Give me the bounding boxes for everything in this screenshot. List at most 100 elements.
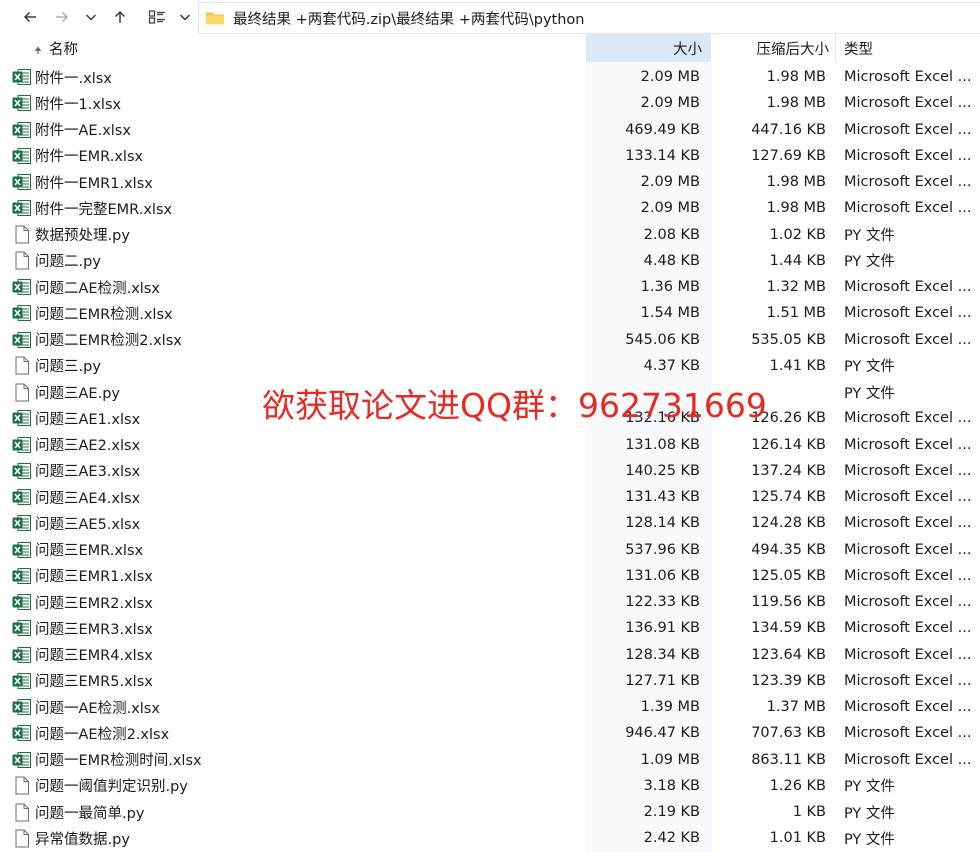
file-size: 128.14 KB bbox=[625, 515, 700, 532]
file-name: 问题一最简单.py bbox=[35, 805, 145, 822]
file-row[interactable]: 问题二EMR检测.xlsx 1.54 MB 1.51 MB Microsoft Exc… bbox=[0, 300, 980, 326]
file-row[interactable]: 问题三EMR5.xlsx 127.71 KB 123.39 KB Microsoft … bbox=[0, 668, 980, 694]
column-header-name-label: 名称 bbox=[49, 41, 78, 58]
up-button[interactable] bbox=[106, 4, 134, 30]
excel-file-icon bbox=[12, 458, 32, 484]
file-name: 问题三EMR2.xlsx bbox=[35, 595, 153, 612]
file-name: 问题二AE检测.xlsx bbox=[35, 280, 160, 297]
file-size: 2.42 KB bbox=[643, 830, 700, 847]
file-row[interactable]: 问题三AE3.xlsx 140.25 KB 137.24 KB Microsoft E… bbox=[0, 458, 980, 484]
python-file-icon bbox=[12, 799, 32, 825]
file-row[interactable]: 问题二.py 4.48 KB 1.44 KB PY 文件 bbox=[0, 248, 980, 274]
address-path: 最终结果 +两套代码.zip\最终结果 +两套代码\python bbox=[233, 11, 585, 28]
address-bar[interactable]: 最终结果 +两套代码.zip\最终结果 +两套代码\python bbox=[198, 2, 980, 34]
file-name: 问题三EMR1.xlsx bbox=[35, 569, 153, 586]
file-size: 1.36 MB bbox=[640, 279, 700, 296]
file-row[interactable]: 问题三AE5.xlsx 128.14 KB 124.28 KB Microsoft E… bbox=[0, 510, 980, 536]
column-header-name[interactable]: 名称 bbox=[8, 34, 585, 62]
file-compressed-size: 1 KB bbox=[792, 804, 826, 821]
file-row[interactable]: 异常值数据.py 2.42 KB 1.01 KB PY 文件 bbox=[0, 825, 980, 851]
file-row[interactable]: 问题一AE检测.xlsx 1.39 MB 1.37 MB Microsoft Exce… bbox=[0, 694, 980, 720]
file-row[interactable]: 附件一.xlsx 2.09 MB 1.98 MB Microsoft Excel ..… bbox=[0, 64, 980, 90]
folder-icon bbox=[206, 12, 224, 25]
excel-file-icon bbox=[12, 143, 32, 169]
file-compressed-size: 494.35 KB bbox=[751, 541, 826, 558]
file-row[interactable]: 附件一AE.xlsx 469.49 KB 447.16 KB Microsoft Ex… bbox=[0, 117, 980, 143]
column-header-size[interactable]: 大小 bbox=[586, 34, 711, 62]
excel-file-icon bbox=[12, 90, 32, 116]
file-row[interactable]: 问题三EMR3.xlsx 136.91 KB 134.59 KB Microsoft … bbox=[0, 615, 980, 641]
file-type: Microsoft Excel ... bbox=[844, 331, 972, 348]
file-compressed-size: 134.59 KB bbox=[751, 620, 826, 637]
file-size: 136.91 KB bbox=[625, 620, 700, 637]
file-row[interactable]: 问题三EMR.xlsx 537.96 KB 494.35 KB Microsoft E… bbox=[0, 537, 980, 563]
arrow-up-icon bbox=[114, 10, 126, 23]
file-type: Microsoft Excel ... bbox=[844, 751, 972, 768]
column-header-type[interactable]: 类型 bbox=[837, 34, 980, 62]
file-size: 4.48 KB bbox=[643, 252, 700, 269]
file-row[interactable]: 数据预处理.py 2.08 KB 1.02 KB PY 文件 bbox=[0, 222, 980, 248]
file-size: 140.25 KB bbox=[625, 462, 700, 479]
file-compressed-size: 535.05 KB bbox=[751, 331, 826, 348]
file-row[interactable]: 问题三.py 4.37 KB 1.41 KB PY 文件 bbox=[0, 353, 980, 379]
file-type: Microsoft Excel ... bbox=[844, 95, 972, 112]
file-name: 附件一AE.xlsx bbox=[35, 123, 131, 140]
file-name: 附件一EMR.xlsx bbox=[35, 149, 144, 166]
file-row[interactable]: 问题三EMR1.xlsx 131.06 KB 125.05 KB Microsoft … bbox=[0, 563, 980, 589]
file-row[interactable]: 问题三AE4.xlsx 131.43 KB 125.74 KB Microsoft E… bbox=[0, 484, 980, 510]
file-size: 1.09 MB bbox=[640, 751, 700, 768]
file-row[interactable]: 附件一完整EMR.xlsx 2.09 MB 1.98 MB Microsoft Exc… bbox=[0, 195, 980, 221]
file-row[interactable]: 问题二EMR检测2.xlsx 545.06 KB 535.05 KB Microsof… bbox=[0, 327, 980, 353]
file-row[interactable]: 问题二AE检测.xlsx 1.36 MB 1.32 MB Microsoft Exce… bbox=[0, 274, 980, 300]
file-row[interactable]: 问题一AE检测2.xlsx 946.47 KB 707.63 KB Microsoft… bbox=[0, 720, 980, 746]
file-row[interactable]: 附件一1.xlsx 2.09 MB 1.98 MB Microsoft Excel .… bbox=[0, 90, 980, 116]
file-size: 2.19 KB bbox=[643, 804, 700, 821]
file-name: 问题三.py bbox=[35, 359, 101, 376]
file-type: Microsoft Excel ... bbox=[844, 462, 972, 479]
file-compressed-size: 1.98 MB bbox=[766, 69, 826, 86]
file-size: 2.09 MB bbox=[640, 174, 700, 191]
view-button[interactable] bbox=[143, 4, 171, 30]
column-header-compressed-size[interactable]: 压缩后大小 bbox=[712, 34, 836, 62]
file-size: 2.09 MB bbox=[640, 200, 700, 217]
forward-button[interactable] bbox=[48, 4, 76, 30]
recent-locations-button[interactable] bbox=[77, 4, 105, 30]
file-compressed-size: 125.05 KB bbox=[751, 567, 826, 584]
python-file-icon bbox=[12, 773, 32, 799]
file-type: Microsoft Excel ... bbox=[844, 489, 972, 506]
excel-file-icon bbox=[12, 694, 32, 720]
file-type: Microsoft Excel ... bbox=[844, 147, 972, 164]
file-compressed-size: 124.28 KB bbox=[751, 515, 826, 532]
file-compressed-size: 1.98 MB bbox=[766, 200, 826, 217]
excel-file-icon bbox=[12, 589, 32, 615]
view-menu-button[interactable] bbox=[171, 4, 199, 30]
file-compressed-size: 1.02 KB bbox=[769, 226, 826, 243]
file-row[interactable]: 问题三EMR4.xlsx 128.34 KB 123.64 KB Microsoft … bbox=[0, 642, 980, 668]
file-compressed-size: 123.64 KB bbox=[751, 646, 826, 663]
file-type: PY 文件 bbox=[844, 385, 895, 402]
file-row[interactable]: 问题一EMR检测时间.xlsx 1.09 MB 863.11 KB Microsoft… bbox=[0, 747, 980, 773]
file-type: Microsoft Excel ... bbox=[844, 567, 972, 584]
file-row[interactable]: 附件一EMR1.xlsx 2.09 MB 1.98 MB Microsoft Exce… bbox=[0, 169, 980, 195]
file-row[interactable]: 问题三AE2.xlsx 131.08 KB 126.14 KB Microsoft E… bbox=[0, 432, 980, 458]
file-type: PY 文件 bbox=[844, 805, 895, 822]
file-name: 问题三EMR.xlsx bbox=[35, 543, 144, 560]
file-type: Microsoft Excel ... bbox=[844, 436, 972, 453]
file-row[interactable]: 问题三EMR2.xlsx 122.33 KB 119.56 KB Microsoft … bbox=[0, 589, 980, 615]
file-row[interactable]: 问题一最简单.py 2.19 KB 1 KB PY 文件 bbox=[0, 799, 980, 825]
view-layout-icon bbox=[148, 10, 165, 24]
python-file-icon bbox=[12, 222, 32, 248]
file-row[interactable]: 附件一EMR.xlsx 133.14 KB 127.69 KB Microsoft E… bbox=[0, 143, 980, 169]
file-size: 3.18 KB bbox=[643, 777, 700, 794]
excel-file-icon bbox=[12, 64, 32, 90]
file-compressed-size: 707.63 KB bbox=[751, 725, 826, 742]
file-name: 异常值数据.py bbox=[35, 831, 130, 848]
file-row[interactable]: 问题一阈值判定识别.py 3.18 KB 1.26 KB PY 文件 bbox=[0, 773, 980, 799]
file-compressed-size: 1.44 KB bbox=[769, 252, 826, 269]
file-name: 问题一阈值判定识别.py bbox=[35, 779, 188, 796]
watermark-text: 欲获取论文进QQ群：962731669 bbox=[262, 386, 767, 425]
file-type: Microsoft Excel ... bbox=[844, 646, 972, 663]
python-file-icon bbox=[12, 379, 32, 405]
excel-file-icon bbox=[12, 563, 32, 589]
back-button[interactable] bbox=[16, 4, 44, 30]
